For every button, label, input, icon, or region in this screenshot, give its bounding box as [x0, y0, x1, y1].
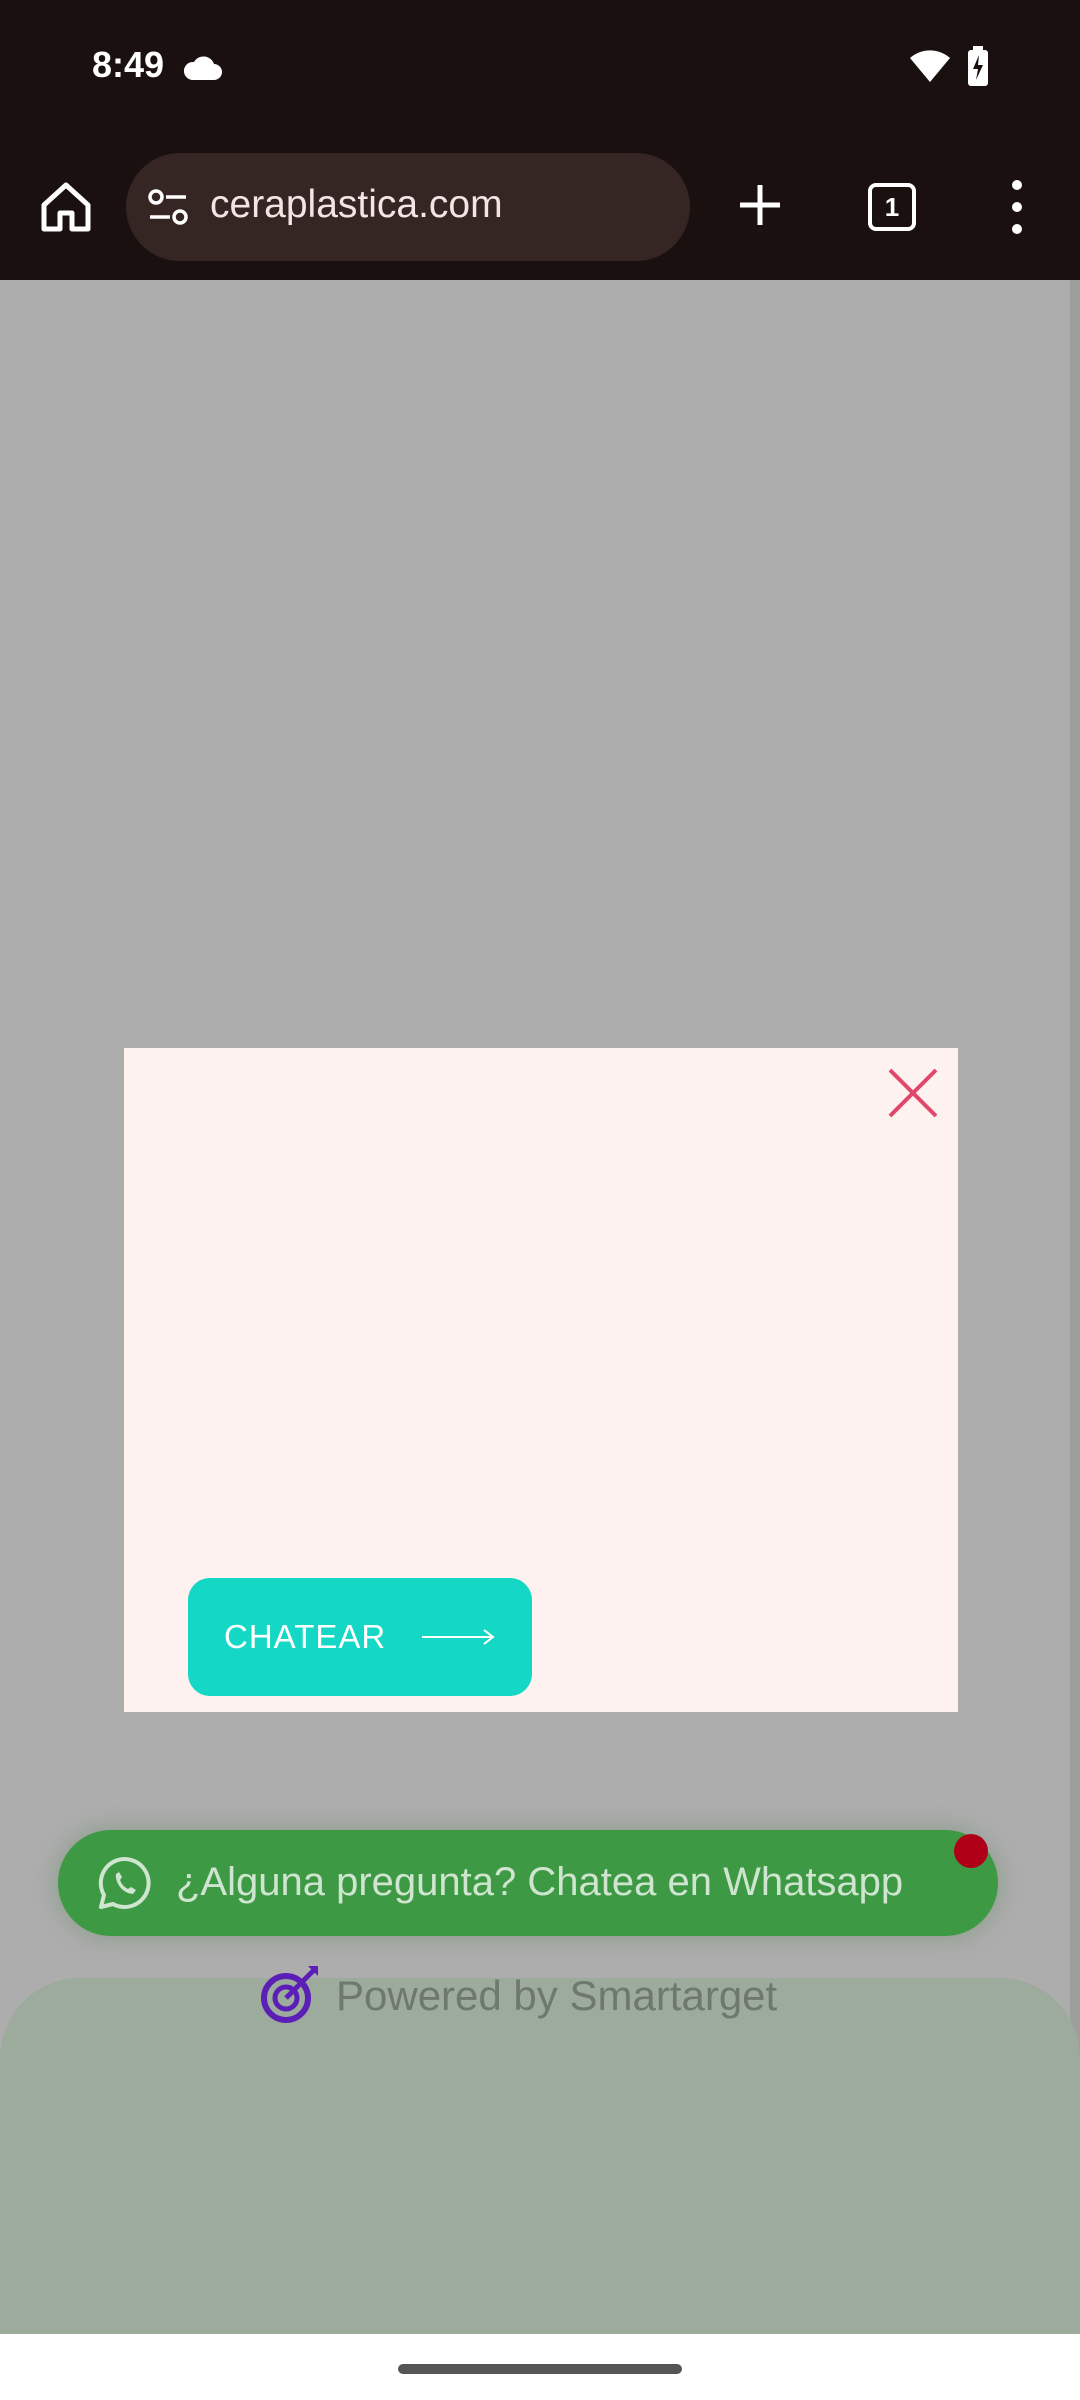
chat-button-label: CHATEAR	[224, 1618, 387, 1655]
more-menu-icon[interactable]	[1002, 175, 1032, 239]
page-overlay: CHATEAR	[0, 280, 1080, 2334]
cloud-icon	[183, 56, 222, 80]
smartarget-logo-icon	[261, 1966, 318, 2023]
home-gesture-handle[interactable]	[398, 2364, 682, 2374]
popup-dialog: CHATEAR	[124, 1048, 958, 1712]
site-settings-icon[interactable]	[146, 185, 190, 229]
tab-count: 1	[868, 183, 916, 231]
tab-switcher-button[interactable]: 1	[864, 179, 920, 235]
new-tab-icon[interactable]	[730, 175, 790, 235]
url-text: ceraplastica.com	[210, 183, 503, 226]
wifi-icon	[910, 50, 950, 82]
whatsapp-chat-label: ¿Alguna pregunta? Chatea en Whatsapp	[176, 1860, 904, 1904]
url-bar[interactable]: ceraplastica.com	[126, 153, 690, 261]
whatsapp-chat-button[interactable]: ¿Alguna pregunta? Chatea en Whatsapp	[58, 1830, 998, 1936]
browser-toolbar: ceraplastica.com 1	[0, 135, 1080, 280]
battery-icon	[968, 46, 988, 86]
whatsapp-icon	[98, 1856, 151, 1909]
notification-dot	[954, 1834, 988, 1868]
powered-by-text: Powered by Smartarget	[336, 1972, 778, 2019]
home-icon[interactable]	[36, 177, 96, 237]
arrow-right-icon	[422, 1629, 495, 1645]
chat-button[interactable]: CHATEAR	[188, 1578, 532, 1696]
status-time: 8:49	[92, 44, 165, 85]
status-bar: 8:49	[0, 0, 1080, 135]
system-nav-bar	[0, 2334, 1080, 2400]
whatsapp-widget-background	[0, 1978, 1080, 2334]
close-icon[interactable]	[884, 1064, 942, 1122]
scrollbar[interactable]	[1070, 280, 1080, 2200]
